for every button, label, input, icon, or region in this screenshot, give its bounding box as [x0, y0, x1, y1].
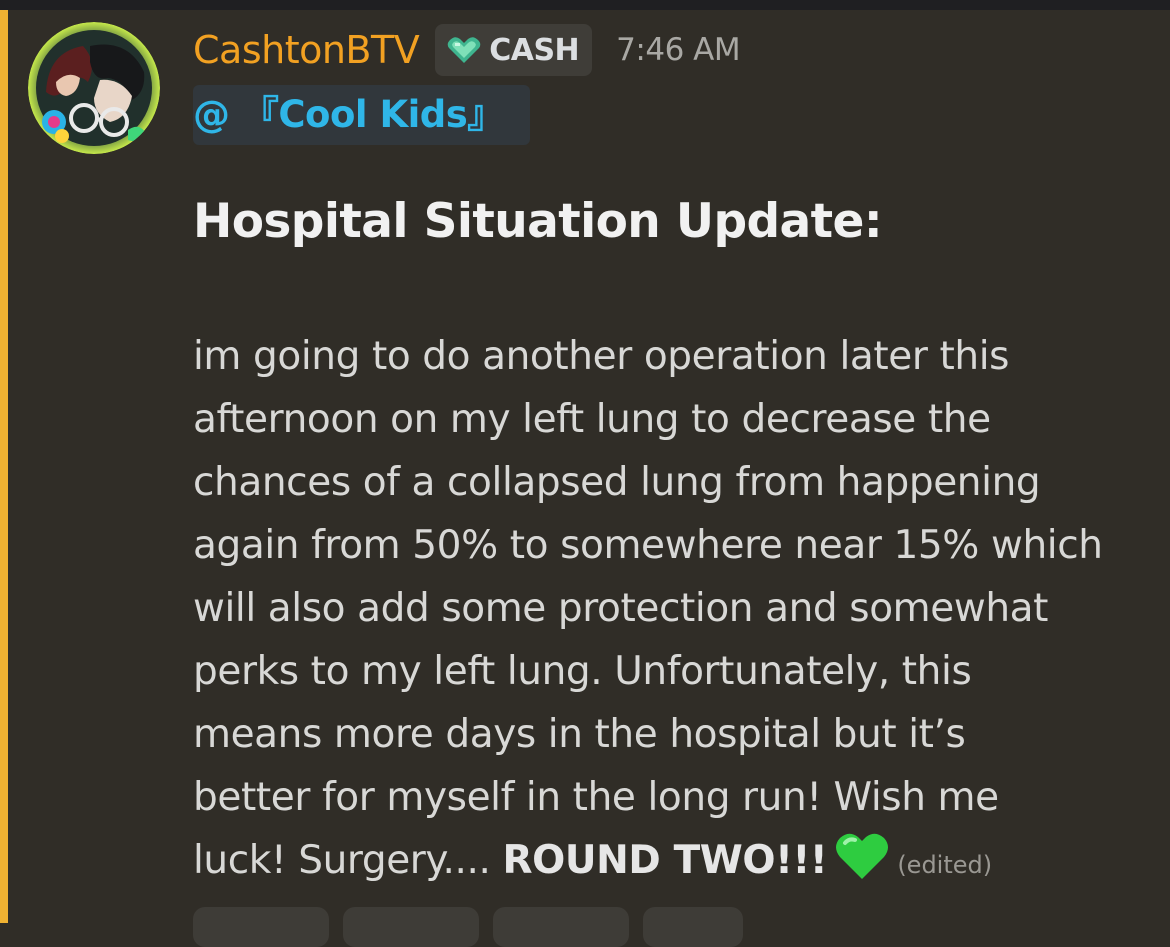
reaction-chip[interactable]: [643, 907, 743, 947]
mention-highlight-bar: [0, 10, 8, 923]
green-heart-icon: [836, 833, 889, 879]
reaction-chip[interactable]: [193, 907, 329, 947]
message-line: better for myself in the long run! Wish …: [193, 775, 999, 820]
role-tag[interactable]: CASH: [435, 24, 593, 76]
role-mention-cool-kids[interactable]: @ 『Cool Kids』: [193, 85, 530, 145]
message-line: again from 50% to somewhere near 15% whi…: [193, 523, 1103, 568]
reaction-chip[interactable]: [493, 907, 629, 947]
message-line: perks to my left lung. Unfortunately, th…: [193, 649, 972, 694]
top-divider-strip: [0, 0, 1170, 10]
message-last-line: luck! Surgery.... ROUND TWO!!! (edited): [193, 829, 1163, 897]
message-line: chances of a collapsed lung from happeni…: [193, 460, 1041, 505]
heart-gem-icon: [447, 37, 481, 63]
message-line: means more days in the hospital but it’s: [193, 712, 966, 757]
reaction-chip[interactable]: [343, 907, 479, 947]
avatar-image: [28, 22, 160, 154]
message-heading: Hospital Situation Update:: [193, 194, 883, 249]
username[interactable]: CashtonBTV: [193, 28, 420, 72]
edited-label: (edited): [897, 851, 993, 879]
message-line: im going to do another operation later t…: [193, 334, 1010, 379]
message-line: will also add some protection and somewh…: [193, 586, 1049, 631]
avatar[interactable]: [28, 22, 160, 154]
message-line: afternoon on my left lung to decrease th…: [193, 397, 991, 442]
message-header: CashtonBTV CASH 7:46 AM: [193, 22, 741, 78]
message-timestamp[interactable]: 7:46 AM: [616, 32, 740, 68]
role-tag-label: CASH: [489, 32, 580, 68]
last-line-text: luck! Surgery....: [193, 838, 503, 883]
message-body: im going to do another operation later t…: [193, 325, 1163, 897]
round-two-bold-text: ROUND TWO!!!: [502, 838, 828, 883]
